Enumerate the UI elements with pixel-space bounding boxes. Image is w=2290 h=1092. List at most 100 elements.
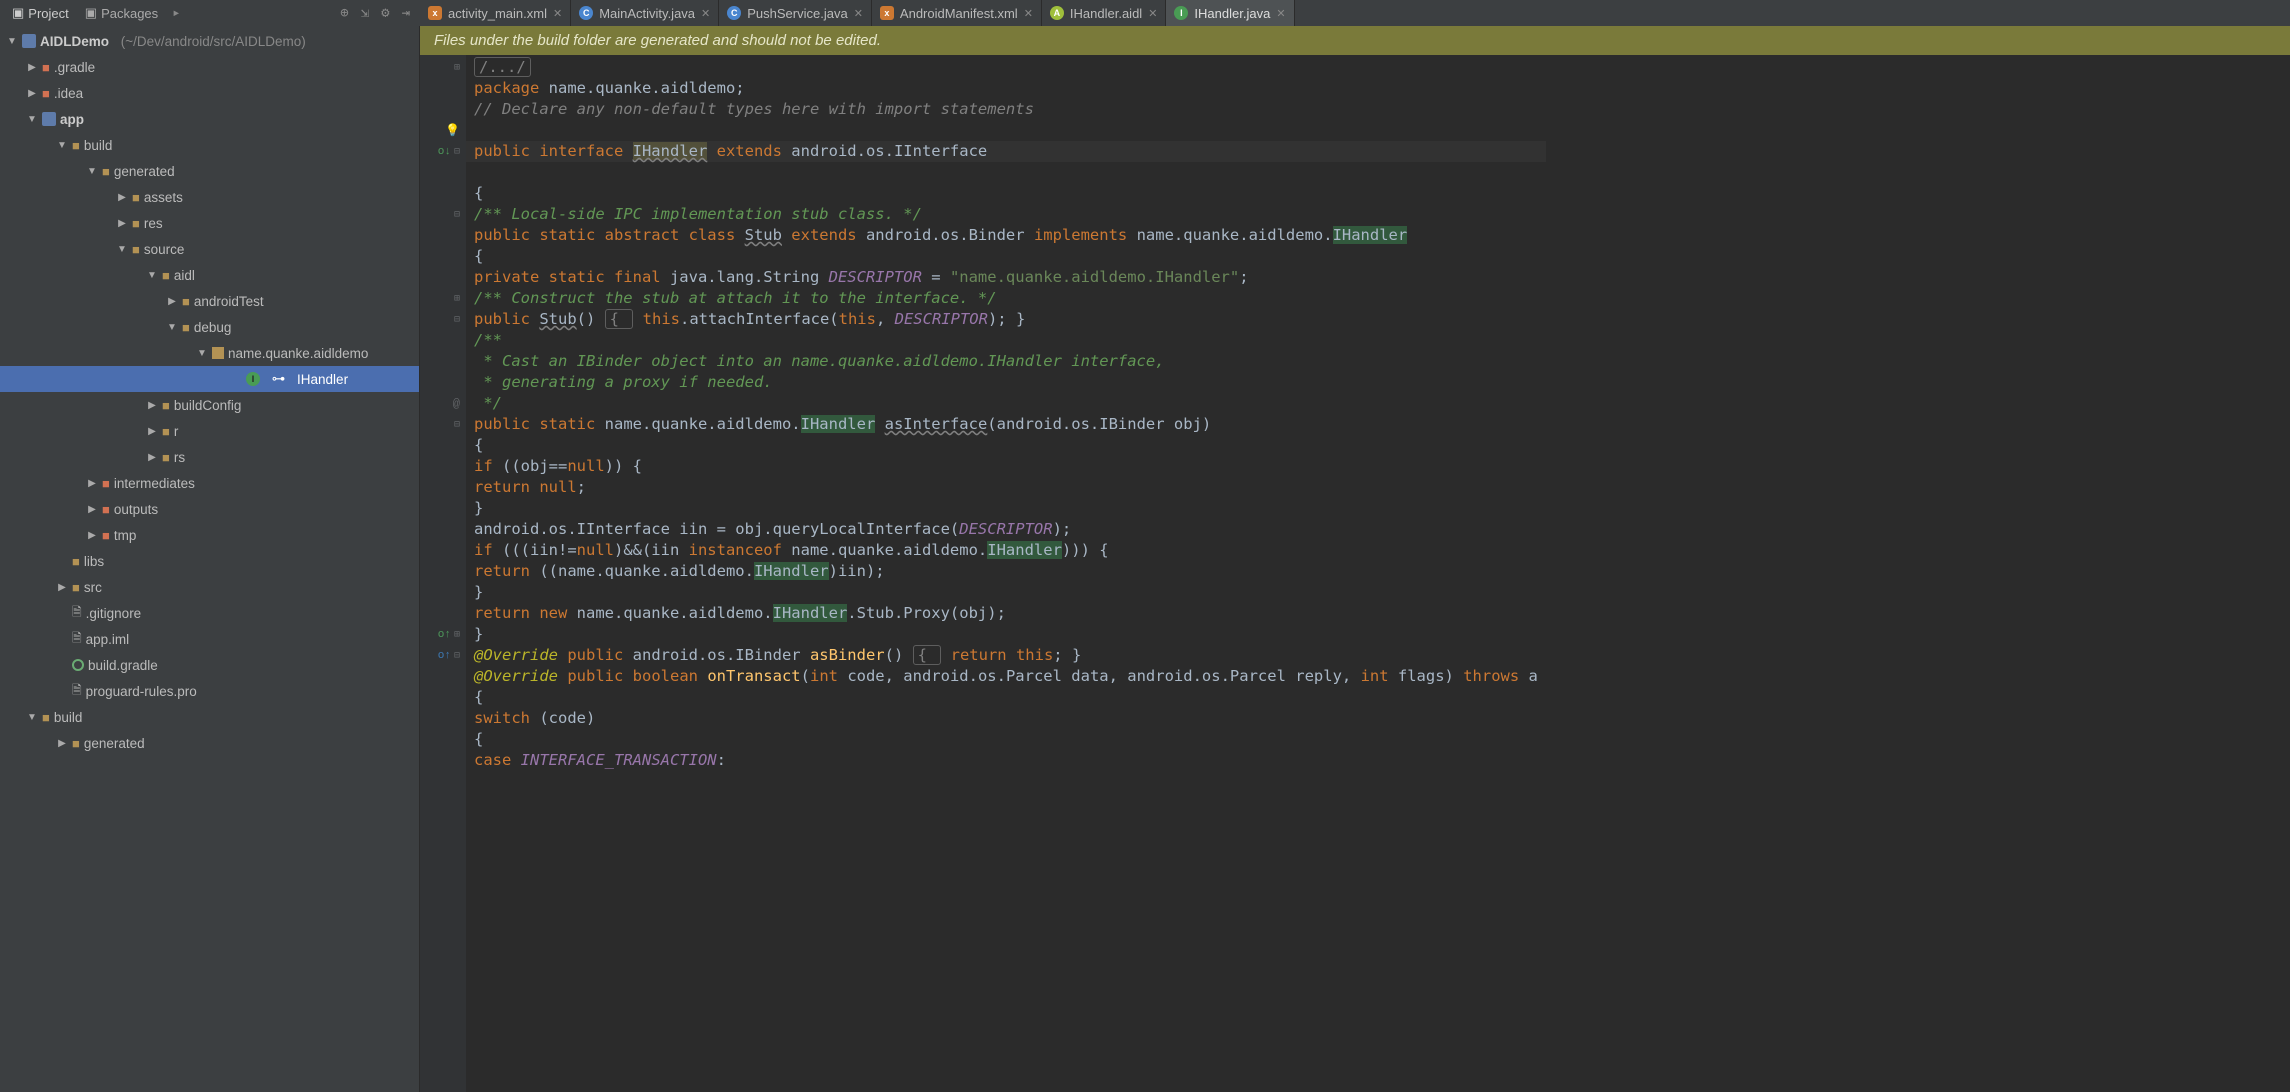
fold-region[interactable]: /.../	[474, 57, 531, 77]
tree-item-androidTest[interactable]: ▶■androidTest	[0, 288, 419, 314]
editor-tab[interactable]: CMainActivity.java✕	[571, 0, 719, 26]
folder-icon: ■	[162, 268, 170, 283]
tree-label: generated	[114, 164, 175, 179]
tree-item-intermediates[interactable]: ▶■intermediates	[0, 470, 419, 496]
tree-item-idea[interactable]: ▶■.idea	[0, 80, 419, 106]
module-icon	[22, 34, 36, 48]
tree-label: rs	[174, 450, 185, 465]
folder-icon: ■	[102, 502, 110, 517]
close-icon[interactable]: ✕	[1148, 7, 1157, 20]
collapse-icon[interactable]: ⇲	[357, 5, 373, 22]
tree-item-debug[interactable]: ▼■debug	[0, 314, 419, 340]
close-icon[interactable]: ✕	[553, 7, 562, 20]
hide-icon[interactable]: ⇥	[398, 5, 414, 22]
fold-icon[interactable]: ⊟	[454, 650, 460, 662]
tree-label: androidTest	[194, 294, 264, 309]
tree-label: IHandler	[297, 372, 348, 387]
editor-tab[interactable]: x AndroidManifest.xml ✕	[872, 0, 1042, 26]
editor-tab[interactable]: A IHandler.aidl ✕	[1042, 0, 1167, 26]
fold-icon[interactable]: ⊞	[454, 293, 460, 305]
tree-label: proguard-rules.pro	[86, 684, 197, 699]
override-up-icon[interactable]: o↑	[438, 629, 451, 641]
tree-item-build[interactable]: ▼■build	[0, 132, 419, 158]
java-file-icon: C	[727, 6, 741, 20]
tree-item-pkg[interactable]: ▼name.quanke.aidldemo	[0, 340, 419, 366]
tree-item-gitignore[interactable]: 🗎 .gitignore	[0, 600, 419, 626]
fold-icon[interactable]: ⊞	[454, 629, 460, 641]
generated-file-banner: Files under the build folder are generat…	[420, 26, 2290, 55]
tree-item-source[interactable]: ▼■source	[0, 236, 419, 262]
file-icon: 🗎	[72, 629, 82, 650]
tree-item-src[interactable]: ▶■src	[0, 574, 419, 600]
tree-label: libs	[84, 554, 104, 569]
fold-icon[interactable]: ⊞	[454, 62, 460, 74]
folder-icon: ■	[72, 554, 80, 569]
file-icon: 🗎	[72, 603, 82, 624]
fold-icon[interactable]: ⊟	[454, 209, 460, 221]
tree-item-generated[interactable]: ▼■generated	[0, 158, 419, 184]
close-icon[interactable]: ✕	[854, 7, 863, 20]
target-icon[interactable]: ⊕	[336, 5, 352, 22]
close-icon[interactable]: ✕	[1024, 7, 1033, 20]
layout-icon: ▣	[12, 5, 24, 21]
tree-label: .idea	[54, 86, 83, 101]
gutter[interactable]: ⊞ 💡 o↓⊟ ⊟ ⊞ ⊟ @ ⊟	[420, 55, 466, 1092]
tree-label: .gitignore	[86, 606, 142, 621]
bulb-icon[interactable]: 💡	[445, 123, 460, 138]
tree-item-r[interactable]: ▶■r	[0, 418, 419, 444]
tree-item-generated2[interactable]: ▶■generated	[0, 730, 419, 756]
tree-label: AIDLDemo	[40, 34, 109, 49]
tree-item-ihandler[interactable]: I ⊶ IHandler	[0, 366, 419, 392]
tree-item-rs[interactable]: ▶■rs	[0, 444, 419, 470]
folder-icon: ■	[132, 216, 140, 231]
fold-icon[interactable]: ⊟	[454, 314, 460, 326]
editor-tab[interactable]: CPushService.java✕	[719, 0, 872, 26]
folder-icon: ■	[182, 320, 190, 335]
xml-file-icon: x	[428, 6, 442, 20]
folder-icon: ■	[42, 86, 50, 101]
close-icon[interactable]: ✕	[1276, 7, 1285, 20]
tree-item-app[interactable]: ▼app	[0, 106, 419, 132]
tree-item-proguard[interactable]: 🗎proguard-rules.pro	[0, 678, 419, 704]
gradle-icon	[72, 659, 84, 671]
tree-label: buildConfig	[174, 398, 242, 413]
editor-tab-label: activity_main.xml	[448, 6, 547, 21]
packages-view-tab[interactable]: ▣ Packages	[79, 3, 164, 23]
folder-icon: ■	[132, 190, 140, 205]
tree-item-res[interactable]: ▶■res	[0, 210, 419, 236]
settings-icon[interactable]: ⚙	[377, 5, 393, 22]
tree-item-assets[interactable]: ▶■assets	[0, 184, 419, 210]
editor-tab-label: IHandler.java	[1194, 6, 1270, 21]
expand-icon[interactable]: ▸	[168, 5, 184, 22]
xml-file-icon: x	[880, 6, 894, 20]
tree-item-aidl[interactable]: ▼■aidl	[0, 262, 419, 288]
folder-icon: ■	[42, 710, 50, 725]
tree-root[interactable]: ▼AIDLDemo (~/Dev/android/src/AIDLDemo)	[0, 28, 419, 54]
editor-tab-label: IHandler.aidl	[1070, 6, 1142, 21]
aidl-file-icon: A	[1050, 6, 1064, 20]
tree-item-outputs[interactable]: ▶■outputs	[0, 496, 419, 522]
editor-tab[interactable]: IIHandler.java✕	[1166, 0, 1294, 26]
tree-item-buildgradle[interactable]: build.gradle	[0, 652, 419, 678]
tree-label: assets	[144, 190, 183, 205]
module-icon	[42, 112, 56, 126]
folder-icon: ■	[162, 450, 170, 465]
fold-icon[interactable]: ⊟	[454, 146, 460, 158]
tree-item-tmp[interactable]: ▶■tmp	[0, 522, 419, 548]
tree-item-libs[interactable]: ■ libs	[0, 548, 419, 574]
close-icon[interactable]: ✕	[701, 7, 710, 20]
project-view-tab[interactable]: ▣ Project	[6, 3, 75, 23]
folder-icon: ■	[102, 528, 110, 543]
override-up-icon[interactable]: o↑	[438, 650, 451, 662]
project-tree[interactable]: ▼AIDLDemo (~/Dev/android/src/AIDLDemo) ▶…	[0, 26, 420, 1092]
tree-item-appiml[interactable]: 🗎app.iml	[0, 626, 419, 652]
tree-item-gradle[interactable]: ▶■.gradle	[0, 54, 419, 80]
editor-tab[interactable]: x activity_main.xml ✕	[420, 0, 571, 26]
tree-label: intermediates	[114, 476, 195, 491]
fold-icon[interactable]: ⊟	[454, 419, 460, 431]
code-editor[interactable]: /.../ package name.quanke.aidldemo; // D…	[466, 55, 1538, 1092]
tree-item-build2[interactable]: ▼■build	[0, 704, 419, 730]
implements-icon[interactable]: o↓	[438, 146, 451, 158]
tree-item-buildConfig[interactable]: ▶■buildConfig	[0, 392, 419, 418]
editor-tab-label: AndroidManifest.xml	[900, 6, 1018, 21]
